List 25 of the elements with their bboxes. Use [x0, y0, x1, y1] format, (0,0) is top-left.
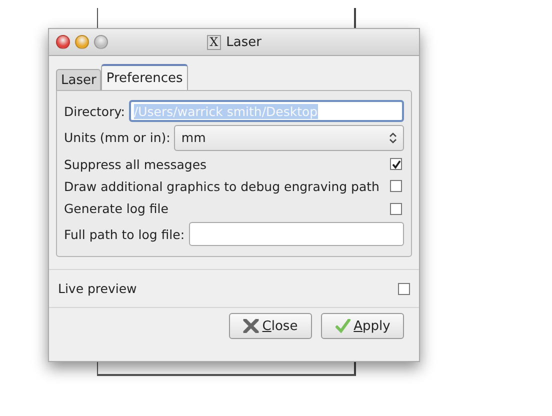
units-label: Units (mm or in):	[64, 130, 170, 146]
option-label: Generate log file	[64, 201, 168, 216]
minimize-window-button[interactable]	[75, 35, 89, 49]
check-icon	[334, 319, 351, 333]
apply-button[interactable]: Apply	[321, 313, 404, 339]
checkbox[interactable]	[390, 158, 402, 170]
close-button[interactable]: Close	[229, 313, 312, 339]
log-path-field[interactable]	[188, 222, 404, 246]
tab[interactable]: Preferences	[101, 64, 188, 90]
option-label: Draw additional graphics to debug engraving path	[64, 178, 380, 194]
zoom-window-button[interactable]	[94, 35, 108, 49]
option-label: Suppress all messages	[64, 156, 207, 172]
close-window-button[interactable]	[56, 35, 70, 49]
checkbox[interactable]	[390, 202, 402, 215]
tab[interactable]: Laser	[56, 69, 102, 90]
live-preview-checkbox[interactable]	[398, 282, 410, 294]
close-icon	[243, 319, 260, 333]
window-title: Laser	[226, 34, 262, 50]
directory-label: Directory:	[64, 104, 125, 119]
app-icon: X	[206, 34, 222, 50]
log-path-label: Full path to log file:	[64, 226, 185, 242]
checkbox[interactable]	[390, 180, 402, 192]
live-preview-label: Live preview	[58, 281, 137, 296]
stepper-icon	[389, 132, 397, 144]
units-dropdown[interactable]: mm	[174, 124, 404, 151]
